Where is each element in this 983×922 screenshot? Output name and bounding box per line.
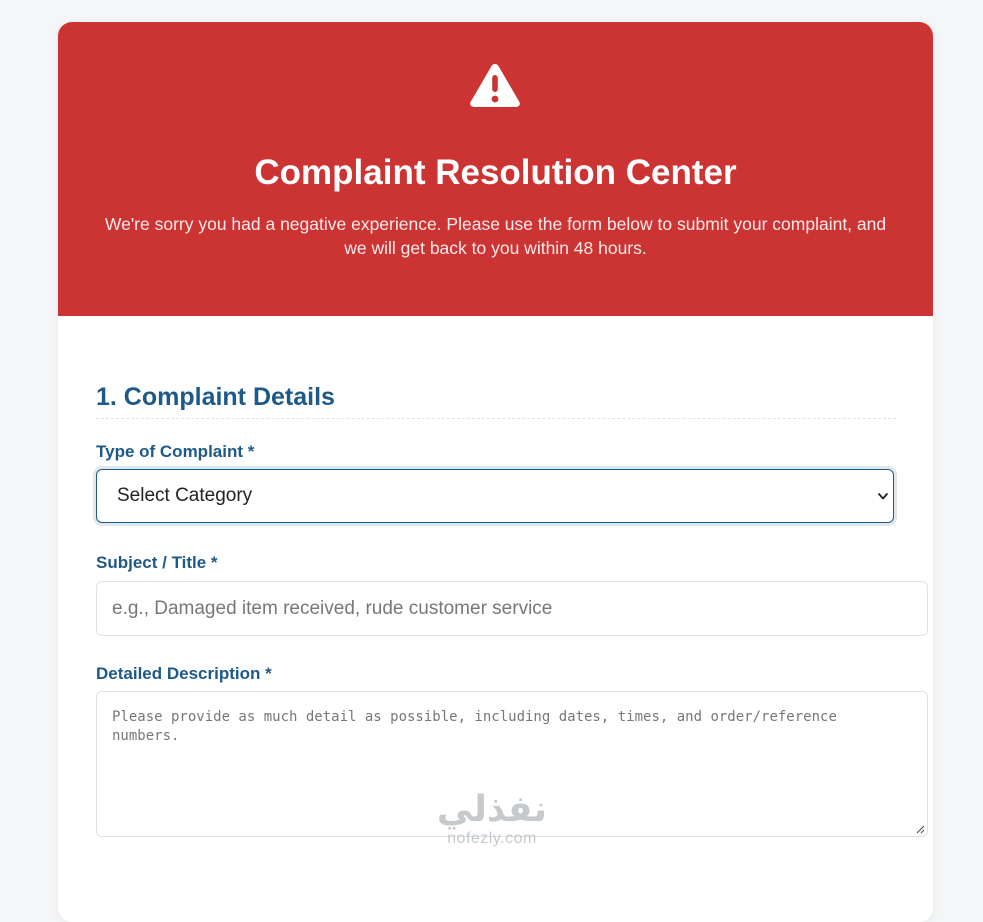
subject-label: Subject / Title * [96, 553, 218, 572]
complaint-card: Complaint Resolution Center We're sorry … [58, 22, 933, 922]
resize-handle-icon[interactable] [915, 824, 925, 834]
complaint-type-selected: Select Category [117, 485, 253, 506]
warning-icon [470, 64, 520, 107]
description-placeholder: Please provide as much detail as possibl… [112, 709, 837, 744]
description-label: Detailed Description * [96, 664, 272, 683]
description-textarea[interactable]: Please provide as much detail as possibl… [96, 691, 928, 837]
complaint-type-select[interactable]: Select Category [96, 469, 894, 523]
chevron-down-icon [878, 493, 888, 500]
subject-input[interactable]: e.g., Damaged item received, rude custom… [96, 581, 928, 636]
page-subtitle: We're sorry you had a negative experienc… [104, 214, 887, 258]
hero-banner: Complaint Resolution Center We're sorry … [58, 22, 933, 316]
section-title: 1. Complaint Details [96, 383, 335, 411]
section-divider [96, 418, 896, 419]
complaint-type-label: Type of Complaint * [96, 442, 255, 461]
page-title: Complaint Resolution Center [254, 153, 737, 192]
subject-placeholder: e.g., Damaged item received, rude custom… [112, 598, 553, 619]
